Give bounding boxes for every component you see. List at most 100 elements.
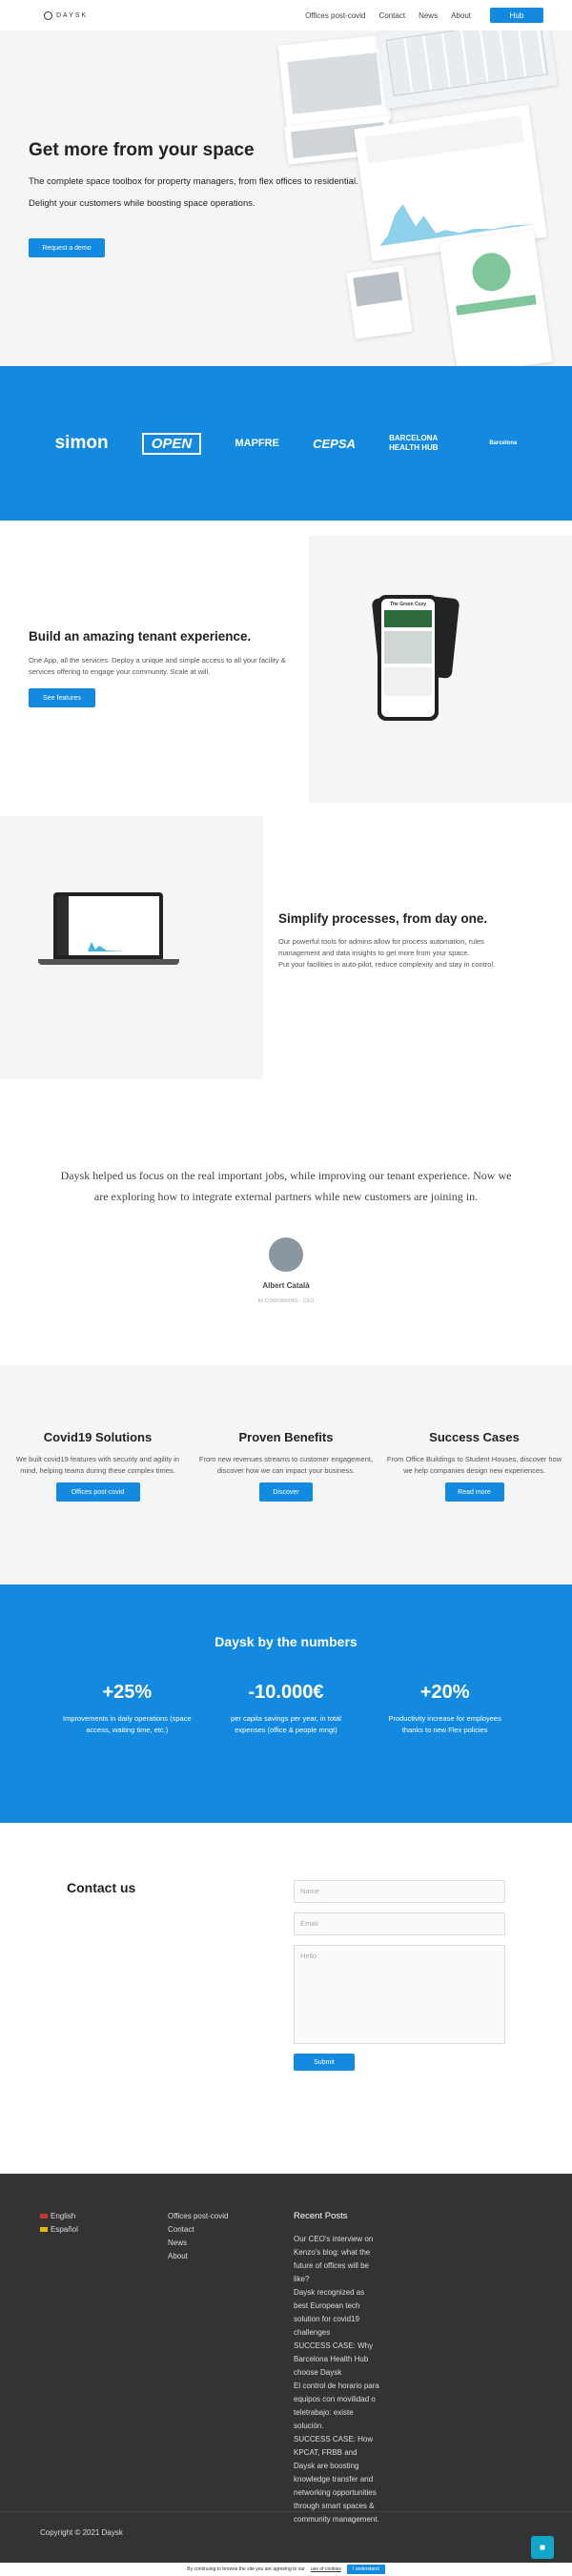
stat-text: Productivity increase for employees than…: [388, 1714, 501, 1734]
read-more-button[interactable]: Read more: [444, 1482, 504, 1502]
recent-posts: Recent Posts Our CEO's interview on Kenz…: [294, 2210, 379, 2526]
copyright: Copyright © 2021 Daysk: [40, 2528, 123, 2537]
cookie-accept-button[interactable]: I understand: [346, 2565, 385, 2574]
numbers-row: +25% Improvements in daily operations (s…: [0, 1682, 572, 1736]
footer-links: Offices post-covid Contact News About: [168, 2210, 228, 2263]
site-footer: English Español Offices post-covid Conta…: [0, 2174, 572, 2576]
simplify-text-1: Our powerful tools for admins allow for …: [278, 937, 484, 957]
stat-value: +20%: [419, 1682, 470, 1703]
logo-cepsa: CEPSA: [313, 436, 356, 451]
stat-value: +25%: [102, 1682, 153, 1703]
recent-post[interactable]: Our CEO's interview on Kenzo's blog: wha…: [294, 2233, 379, 2286]
language-spanish-label: Español: [51, 2225, 78, 2234]
language-spanish[interactable]: Español: [40, 2223, 78, 2237]
testimonial-name: Albert Català: [262, 1281, 310, 1290]
email-input[interactable]: Email: [294, 1912, 505, 1935]
logo-barcelona: Barcelona: [489, 440, 518, 446]
chat-widget-button[interactable]: ■: [531, 2536, 554, 2559]
success-cases-title: Success Cases: [429, 1430, 520, 1444]
simplify-image-panel: [0, 816, 263, 1079]
tenant-text: One App, all the services. Deploy a uniq…: [29, 656, 286, 676]
simplify-text-2: Put your facilities in auto-pilot, reduc…: [278, 960, 496, 969]
success-cases-text: From Office Buildings to Student Houses,…: [386, 1455, 562, 1475]
nav-about[interactable]: About: [451, 11, 471, 20]
testimonial-avatar: [269, 1237, 303, 1272]
covid19-text: We built covid19 features with security …: [15, 1455, 180, 1475]
stat-savings: -10.000€ per capita savings per year, in…: [219, 1682, 353, 1736]
recent-post[interactable]: SUCCESS CASE: Why Barcelona Health Hub c…: [294, 2340, 379, 2380]
hero-title: Get more from your space: [29, 140, 255, 160]
tenant-image-panel: The Green Cozy: [309, 536, 572, 803]
success-cases-column: Success Cases From Office Buildings to S…: [386, 1430, 562, 1584]
simplify-section: Simplify processes, from day one. Our po…: [0, 816, 572, 1079]
nav-contact[interactable]: Contact: [379, 11, 406, 20]
recent-post[interactable]: SUCCESS CASE: How KPCAT, FRBB and Daysk …: [294, 2433, 379, 2526]
stat-productivity: +20% Productivity increase for employees…: [378, 1682, 512, 1736]
logo-icon: [44, 10, 52, 20]
logo-simon: simon: [54, 433, 109, 453]
nav-offices-post-covid[interactable]: Offices post-covid: [305, 11, 365, 20]
main-nav: Offices post-covid Contact News About Hu…: [305, 8, 543, 23]
phone-app-title: The Green Cozy: [389, 602, 427, 607]
stat-operations: +25% Improvements in daily operations (s…: [60, 1682, 194, 1736]
simplify-title: Simplify processes, from day one.: [278, 911, 488, 926]
submit-button[interactable]: Submit: [294, 2054, 355, 2071]
numbers-section: Daysk by the numbers +25% Improvements i…: [0, 1584, 572, 1823]
recent-post[interactable]: El control de horario para equipos con m…: [294, 2380, 379, 2433]
language-english[interactable]: English: [40, 2210, 78, 2223]
contact-title: Contact us: [67, 1880, 136, 1895]
logo-open: OPEN: [141, 432, 202, 455]
see-features-button[interactable]: See features: [29, 688, 95, 707]
logo-mapfre: MAPFRE: [235, 438, 279, 449]
discover-button[interactable]: Discover: [259, 1482, 313, 1502]
language-english-label: English: [51, 2212, 76, 2220]
mockup-donut-card: [439, 229, 553, 366]
solutions-section: Covid19 Solutions We built covid19 featu…: [0, 1365, 572, 1584]
name-input[interactable]: Name: [294, 1880, 505, 1903]
footer-divider: [0, 2511, 572, 2512]
testimonial-role: IN COWORKING - CEO: [257, 1298, 315, 1304]
nav-news[interactable]: News: [419, 11, 438, 20]
footer-link-about[interactable]: About: [168, 2250, 228, 2263]
language-links: English Español: [40, 2210, 78, 2237]
laptop-chart-graphic: [78, 942, 126, 951]
stat-value: -10.000€: [248, 1682, 324, 1703]
flag-uk-icon: [40, 2214, 48, 2218]
phone-mockup-center: The Green Cozy: [378, 595, 439, 721]
brand-name: DAYSK: [56, 11, 89, 19]
hero-section: Get more from your space The complete sp…: [0, 31, 572, 366]
hero-subtitle-1: The complete space toolbox for property …: [29, 176, 358, 187]
client-logos-band: simon OPEN MAPFRE CEPSA BARCELONA HEALTH…: [0, 366, 572, 521]
flag-es-icon: [40, 2227, 48, 2232]
hub-button[interactable]: Hub: [490, 8, 543, 23]
benefits-title: Proven Benefits: [238, 1430, 334, 1444]
brand-logo[interactable]: DAYSK: [44, 10, 89, 20]
site-header: DAYSK Offices post-covid Contact News Ab…: [0, 0, 572, 31]
recent-posts-title: Recent Posts: [294, 2211, 348, 2221]
hero-subtitle-2: Delight your customers while boosting sp…: [29, 198, 255, 209]
stat-text: Improvements in daily operations (space …: [63, 1714, 192, 1734]
tenant-title: Build an amazing tenant experience.: [29, 629, 252, 644]
offices-post-covid-button[interactable]: Offices post-covid: [55, 1482, 140, 1502]
cookie-policy-link[interactable]: use of cookies: [311, 2566, 341, 2572]
recent-post[interactable]: Daysk recognized as best European tech s…: [294, 2286, 379, 2340]
mockup-floorplan-map: [377, 31, 558, 110]
footer-link-offices-post-covid[interactable]: Offices post-covid: [168, 2210, 228, 2223]
covid19-column: Covid19 Solutions We built covid19 featu…: [10, 1430, 186, 1584]
covid19-title: Covid19 Solutions: [43, 1430, 153, 1444]
footer-link-news[interactable]: News: [168, 2237, 228, 2250]
cookie-text: By continuing to browse the site you are…: [187, 2566, 305, 2572]
benefits-column: Proven Benefits From new revenues stream…: [198, 1430, 375, 1584]
message-textarea[interactable]: Hello: [294, 1945, 505, 2044]
logo-barcelona-health-hub: BARCELONA HEALTH HUB: [389, 434, 439, 452]
mockup-photo-card: [346, 265, 413, 339]
chat-icon: ■: [539, 2542, 546, 2553]
numbers-title: Daysk by the numbers: [214, 1634, 358, 1649]
testimonial-quote: Daysk helped us focus on the real import…: [60, 1169, 512, 1203]
laptop-screen: [53, 892, 163, 959]
request-demo-button[interactable]: Request a demo: [29, 238, 105, 257]
cookie-bar: By continuing to browse the site you are…: [0, 2563, 572, 2576]
footer-link-contact[interactable]: Contact: [168, 2223, 228, 2237]
laptop-base: [38, 959, 179, 965]
benefits-text: From new revenues streams to customer en…: [198, 1455, 374, 1475]
